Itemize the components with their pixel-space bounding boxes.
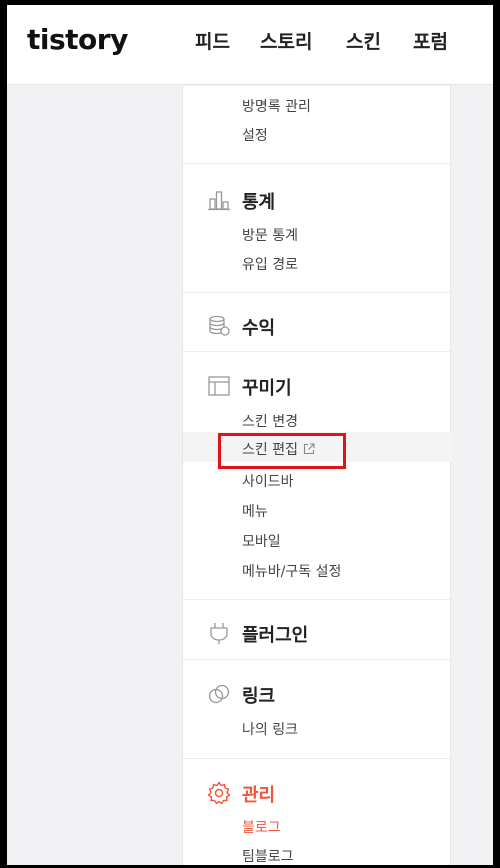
menu-item-team-blog[interactable]: 팀블로그 (242, 846, 294, 865)
menu-item-menubar-subscribe[interactable]: 메뉴바/구독 설정 (242, 561, 341, 581)
menu-item-my-links[interactable]: 나의 링크 (242, 719, 298, 739)
nav-story[interactable]: 스토리 (260, 27, 312, 54)
gear-icon (207, 781, 231, 805)
link-icon (208, 684, 230, 704)
menu-item-skin-edit[interactable]: 스킨 편집 (242, 439, 315, 459)
admin-side-menu: 방명록 관리 설정 통계 방문 통계 유입 경로 수익 꾸미기 스킨 변경 스킨… (182, 86, 452, 865)
coins-icon (209, 315, 230, 336)
plug-icon (210, 623, 228, 644)
menu-item-skin-edit-label: 스킨 편집 (242, 442, 298, 458)
section-stats[interactable]: 통계 (242, 188, 275, 214)
bar-chart-icon (208, 191, 230, 211)
section-manage[interactable]: 관리 (242, 781, 275, 807)
menu-item-guestbook-manage[interactable]: 방명록 관리 (242, 96, 311, 116)
divider (183, 292, 452, 293)
nav-forum[interactable]: 포럼 (413, 27, 448, 54)
divider (183, 659, 452, 660)
menu-item-sidebar[interactable]: 사이드바 (242, 471, 294, 491)
app-frame: tistory 피드 스토리 스킨 포럼 방명록 관리 설정 통계 방문 통계 … (7, 5, 493, 865)
menu-item-settings[interactable]: 설정 (242, 125, 268, 145)
external-link-icon (303, 443, 315, 455)
section-customize[interactable]: 꾸미기 (242, 374, 292, 400)
divider (183, 599, 452, 600)
divider (183, 351, 452, 352)
divider (183, 163, 452, 164)
menu-item-mobile[interactable]: 모바일 (242, 531, 281, 551)
section-links[interactable]: 링크 (242, 682, 275, 708)
top-bar: tistory 피드 스토리 스킨 포럼 (7, 5, 493, 85)
section-revenue[interactable]: 수익 (242, 314, 275, 340)
section-plugins[interactable]: 플러그인 (242, 621, 308, 647)
menu-item-blog[interactable]: 블로그 (242, 817, 281, 837)
active-row-highlight (183, 432, 452, 462)
menu-item-referrer[interactable]: 유입 경로 (242, 254, 298, 274)
layout-icon (208, 376, 230, 396)
nav-feed[interactable]: 피드 (195, 27, 230, 54)
top-nav: 피드 스토리 스킨 포럼 (7, 27, 493, 57)
menu-item-menu[interactable]: 메뉴 (242, 501, 268, 521)
divider (183, 758, 452, 759)
nav-skin[interactable]: 스킨 (346, 27, 381, 54)
menu-item-visit-stats[interactable]: 방문 통계 (242, 225, 298, 245)
menu-item-skin-change[interactable]: 스킨 변경 (242, 411, 298, 431)
